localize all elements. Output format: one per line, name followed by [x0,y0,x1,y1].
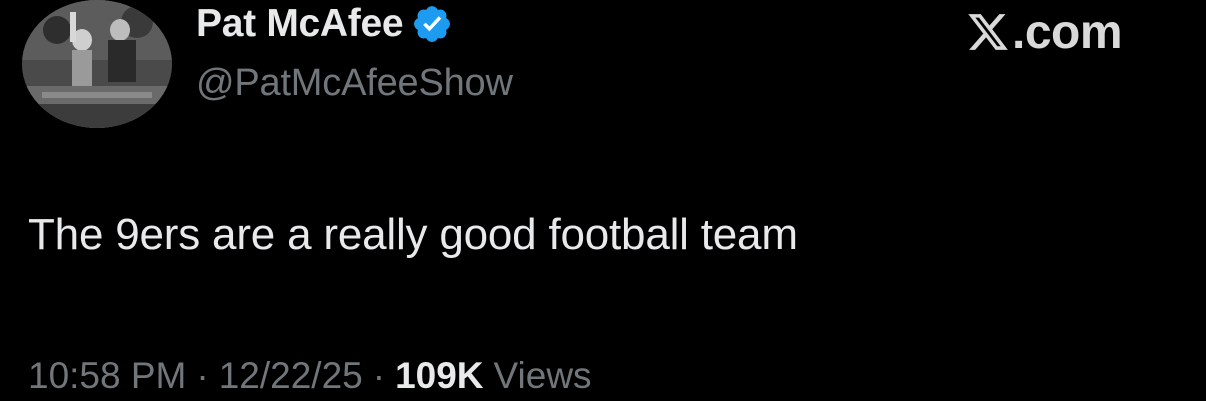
handle[interactable]: @PatMcAfeeShow [196,62,513,105]
meta-separator: · [196,355,209,396]
tweet-card: Pat McAfee @PatMcAfeeShow .com The 9ers … [0,0,1206,401]
tweet-date[interactable]: 12/22/25 [219,355,363,397]
tweet-text: The 9ers are a really good football team [28,210,798,259]
verified-badge-icon [414,6,451,42]
display-name-row: Pat McAfee [196,0,453,48]
views-label: Views [493,355,592,396]
profile-photo [22,0,172,128]
meta-separator: · [372,355,386,396]
tweet-meta: 10:58 PM · 12/22/25 · 109K Views [28,355,592,397]
views-count: 109K [395,355,484,396]
x-brand: .com [966,4,1123,60]
x-logo-icon [968,14,1008,50]
display-name[interactable]: Pat McAfee [196,2,404,46]
brand-text: .com [1012,5,1123,59]
tweet-time[interactable]: 10:58 PM [28,355,186,397]
avatar[interactable] [22,0,172,128]
